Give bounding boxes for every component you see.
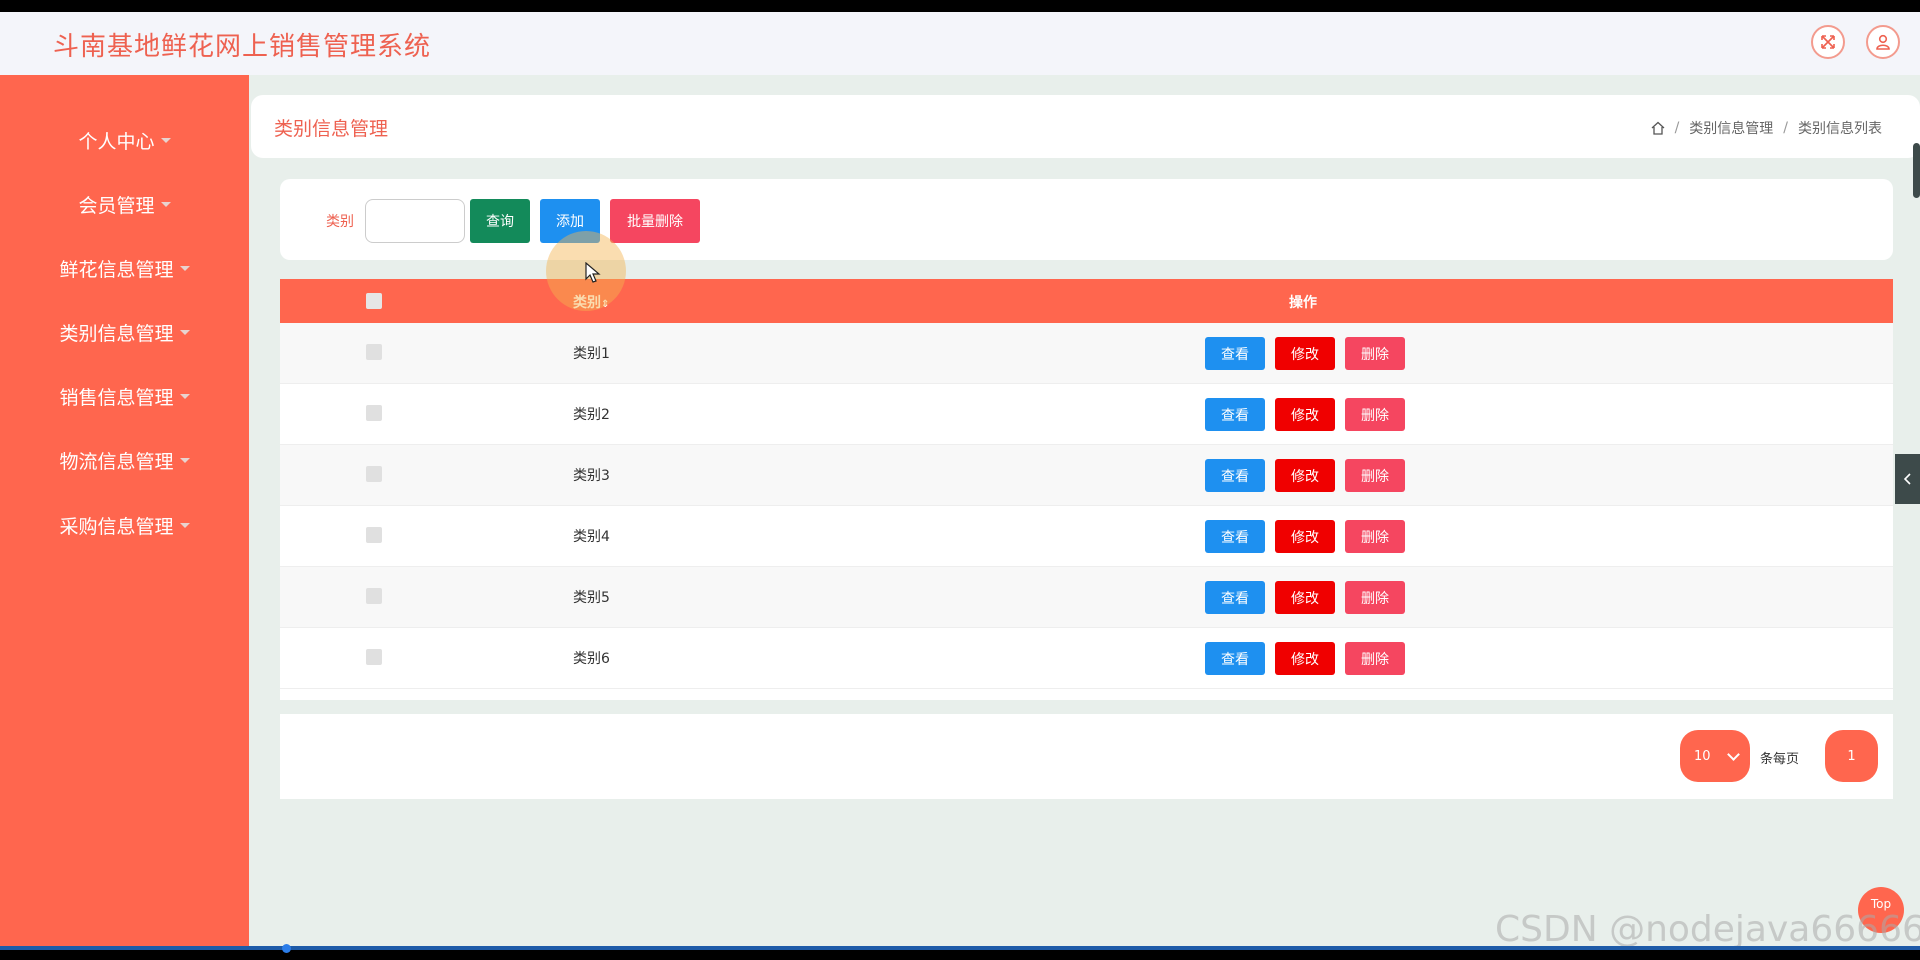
sidebar-item-logistics[interactable]: 物流信息管理 [0,447,249,474]
breadcrumb-separator: / [1783,120,1788,136]
page-number-button[interactable]: 1 [1825,730,1878,782]
sidebar-item-label: 物流信息管理 [59,451,174,473]
watermark: CSDN @nodejava666666 [1495,909,1920,946]
video-progress-knob[interactable] [282,944,291,953]
view-button[interactable]: 查看 [1205,642,1265,675]
sidebar-item-label: 类别信息管理 [59,323,174,345]
table-row: 类别1 查看 修改 删除 [280,323,1893,384]
edit-button[interactable]: 修改 [1275,459,1335,492]
caret-down-icon [179,523,190,528]
sidebar-item-label: 采购信息管理 [59,516,174,538]
view-button[interactable]: 查看 [1205,459,1265,492]
view-button[interactable]: 查看 [1205,520,1265,553]
search-form: 类别 查询 添加 批量删除 [280,179,1893,260]
scrollbar-thumb[interactable] [1913,143,1920,198]
delete-button[interactable]: 删除 [1345,520,1405,553]
sidebar-item-label: 会员管理 [78,195,155,217]
page-title: 类别信息管理 [274,118,389,140]
edit-button[interactable]: 修改 [1275,337,1335,370]
caret-down-icon [179,330,190,335]
view-button[interactable]: 查看 [1205,398,1265,431]
delete-button[interactable]: 删除 [1345,581,1405,614]
side-panel-toggle[interactable] [1895,454,1920,504]
table-header: 类别⇕ 操作 [280,279,1893,323]
per-page-label: 条每页 [1760,752,1800,767]
sidebar-item-categories[interactable]: 类别信息管理 [0,319,249,346]
category-cell: 类别2 [573,407,610,423]
caret-down-icon [160,202,171,207]
top-header: 斗南基地鲜花网上销售管理系统 [0,12,1920,75]
category-cell: 类别5 [573,590,610,606]
edit-button[interactable]: 修改 [1275,642,1335,675]
sidebar-item-purchasing[interactable]: 采购信息管理 [0,512,249,539]
sidebar-item-label: 销售信息管理 [59,387,174,409]
app-window: 斗南基地鲜花网上销售管理系统 个人中心 会员管理 鲜花信息管理 类别信息管理 销… [0,12,1920,946]
sidebar-item-label: 鲜花信息管理 [59,259,174,281]
category-search-input[interactable] [365,199,465,243]
category-cell: 类别1 [573,346,610,362]
breadcrumb-item: 类别信息列表 [1798,121,1882,137]
table-row: 类别4 查看 修改 删除 [280,506,1893,567]
category-label: 类别 [326,214,354,230]
fullscreen-icon [1821,35,1835,49]
row-checkbox[interactable] [366,527,382,543]
category-cell: 类别4 [573,529,610,545]
select-all-checkbox[interactable] [366,293,382,309]
caret-down-icon [179,458,190,463]
column-header-actions: 操作 [1289,295,1317,311]
sidebar-item-members[interactable]: 会员管理 [0,191,249,218]
delete-button[interactable]: 删除 [1345,398,1405,431]
row-checkbox[interactable] [366,588,382,604]
breadcrumb-item[interactable]: 类别信息管理 [1689,118,1773,138]
chevron-left-icon [1903,473,1911,485]
table-row: 类别6 查看 修改 删除 [280,628,1893,689]
edit-button[interactable]: 修改 [1275,520,1335,553]
category-cell: 类别6 [573,651,610,667]
sidebar-item-label: 个人中心 [78,131,155,153]
app-title: 斗南基地鲜花网上销售管理系统 [53,32,432,62]
user-button[interactable] [1866,25,1900,59]
sidebar: 个人中心 会员管理 鲜花信息管理 类别信息管理 销售信息管理 物流信息管理 采购… [0,75,249,946]
sidebar-item-personal-center[interactable]: 个人中心 [0,127,249,154]
home-icon[interactable] [1651,121,1665,135]
caret-down-icon [160,138,171,143]
pagination: 10 条每页 1 [280,714,1893,799]
row-checkbox[interactable] [366,466,382,482]
delete-button[interactable]: 删除 [1345,459,1405,492]
sidebar-item-flowers[interactable]: 鲜花信息管理 [0,255,249,282]
mouse-cursor-icon [585,262,601,283]
row-checkbox[interactable] [366,649,382,665]
category-cell: 类别3 [573,468,610,484]
query-button[interactable]: 查询 [470,199,530,243]
fullscreen-button[interactable] [1811,25,1845,59]
category-table: 类别⇕ 操作 类别1 查看 修改 删除 类别2 查看 修改 删除 类别3 查看 … [280,279,1893,700]
batch-delete-button[interactable]: 批量删除 [610,199,700,243]
delete-button[interactable]: 删除 [1345,337,1405,370]
page-size-value: 10 [1694,748,1711,764]
sidebar-item-sales[interactable]: 销售信息管理 [0,383,249,410]
user-icon [1876,34,1890,50]
table-row: 类别2 查看 修改 删除 [280,384,1893,445]
table-row: 类别5 查看 修改 删除 [280,567,1893,628]
caret-down-icon [179,266,190,271]
edit-button[interactable]: 修改 [1275,398,1335,431]
row-checkbox[interactable] [366,344,382,360]
page-titlebar: 类别信息管理 / 类别信息管理 / 类别信息列表 [251,95,1920,158]
edit-button[interactable]: 修改 [1275,581,1335,614]
row-checkbox[interactable] [366,405,382,421]
page-size-select[interactable]: 10 [1680,730,1750,782]
chevron-down-icon [1727,748,1740,761]
view-button[interactable]: 查看 [1205,581,1265,614]
delete-button[interactable]: 删除 [1345,642,1405,675]
breadcrumb: / 类别信息管理 / 类别信息列表 [1651,118,1882,138]
caret-down-icon [179,394,190,399]
view-button[interactable]: 查看 [1205,337,1265,370]
breadcrumb-separator: / [1674,120,1680,136]
table-row: 类别3 查看 修改 删除 [280,445,1893,506]
